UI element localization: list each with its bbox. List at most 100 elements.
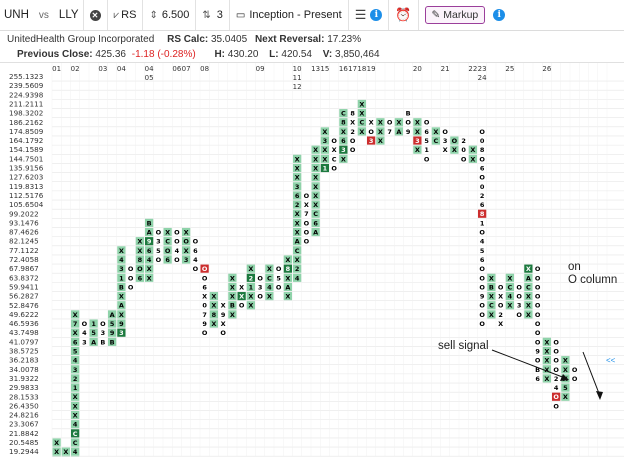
pnf-box-text: O (479, 155, 485, 163)
pnf-box-text: A (110, 311, 115, 319)
scroll-arrows-icon[interactable]: << (606, 356, 615, 365)
pnf-box-text: 4 (295, 274, 300, 282)
x-tick-label: 19 (367, 65, 376, 73)
x-tick-label: 06 (172, 65, 181, 73)
pnf-box-text: X (489, 274, 494, 282)
pnf-box-text: 3 (156, 238, 161, 246)
pnf-box-text: X (563, 366, 568, 374)
alarm-button[interactable]: ⏰ (389, 0, 419, 30)
pnf-box-text: X (507, 274, 512, 282)
x-tick-label: 02 (71, 65, 80, 73)
pnf-box-text: X (396, 119, 401, 127)
prev-close-value: 425.36 (95, 49, 126, 60)
pnf-box-text: C (73, 430, 78, 438)
x-tick-label: 17 (348, 65, 357, 73)
info-icon[interactable]: i (370, 9, 383, 21)
pnf-box-text: O (387, 119, 393, 127)
pnf-box-text: X (73, 329, 78, 337)
pnf-box-text: X (378, 128, 383, 136)
y-tick-label: 31.9322 (9, 374, 39, 383)
pnf-box-text: O (368, 128, 374, 136)
y-tick-label: 255.1323 (9, 72, 43, 81)
y-tick-label: 19.2944 (9, 447, 39, 456)
pnf-box-text: C (433, 137, 438, 145)
y-tick-label: 63.8372 (9, 273, 39, 282)
pnf-box-text: O (535, 283, 541, 291)
app-root: { "toolbar": { "symbol": "UNH", "vs": "v… (0, 0, 624, 457)
pnf-box-text: X (73, 412, 78, 420)
pnf-box-text: 6 (138, 274, 143, 282)
pnf-box-text: X (295, 155, 300, 163)
x-tick-label: 09 (256, 65, 265, 73)
pnf-box-text: C (295, 247, 300, 255)
pnf-box-text: 1 (323, 164, 328, 172)
pnf-box-text: X (498, 293, 503, 301)
pnf-box-text: 3 (517, 302, 522, 310)
pnf-box-text: 3 (323, 137, 328, 145)
pnf-box-text: X (73, 402, 78, 410)
date-range-control[interactable]: ▭ Inception - Present (230, 0, 349, 30)
pnf-box-text: X (147, 274, 152, 282)
pnf-box-text: 5 (563, 384, 568, 392)
pnf-box-text: 5 (110, 320, 115, 328)
clear-compare-button[interactable]: ✕ (84, 0, 108, 30)
pnf-box-text: X (230, 274, 235, 282)
symbol-field[interactable]: UNH (4, 9, 29, 21)
pnf-box-text: O (202, 274, 208, 282)
y-tick-label: 23.3067 (9, 420, 39, 429)
box-size-value[interactable]: 6.500 (162, 9, 190, 21)
pnf-box-text: O (350, 137, 356, 145)
date-range-value[interactable]: Inception - Present (249, 9, 341, 21)
annotation-on: on (568, 261, 581, 273)
pnf-box-text: X (313, 164, 318, 172)
pnf-box-text: 0 (202, 302, 207, 310)
markup-info-icon[interactable]: i (493, 9, 506, 21)
y-tick-label: 49.6222 (9, 310, 39, 319)
y-tick-label: 87.4626 (9, 228, 39, 237)
rs-calc-value: 35.0405 (211, 34, 248, 45)
pnf-box-text: X (443, 146, 448, 154)
reversal-value[interactable]: 3 (217, 9, 223, 21)
pnf-box-text: C (267, 274, 272, 282)
rs-button[interactable]: ⩗ RS (108, 0, 144, 30)
pnf-box-text: 5 (156, 247, 161, 255)
pnf-box-text: O (553, 338, 559, 346)
x-tick-label: 22 (468, 65, 477, 73)
pnf-box-text: X (313, 146, 318, 154)
x-tick-label: 08 (200, 65, 209, 73)
pnf-box-text: X (230, 293, 235, 301)
pnf-box-text: O (193, 238, 199, 246)
change-value: -1.18 (-0.28%) (131, 49, 196, 60)
pnf-box-text: X (221, 320, 226, 328)
x-tick-label: 18 (357, 65, 366, 73)
pnf-box-text: 4 (73, 448, 78, 456)
rs-calc-label: RS Calc: (167, 34, 209, 45)
rs-label: RS (121, 9, 137, 21)
pnf-box-text: 7 (387, 128, 392, 136)
box-size-control[interactable]: ⇕ 6.500 (143, 0, 197, 30)
pnf-box-text: 4 (175, 247, 180, 255)
pnf-box-text: 1 (73, 384, 78, 392)
pnf-box-text: 9 (535, 347, 540, 355)
x-tick-label: 10 (293, 65, 302, 73)
pnf-box-text: X (221, 302, 226, 310)
x-tick-label: 04 (145, 65, 154, 73)
pnf-box-text: 3 (82, 338, 87, 346)
pnf-box-text: C (165, 238, 170, 246)
reversal-control[interactable]: ⇅ 3 (196, 0, 230, 30)
pnf-box-text: 9 (202, 320, 207, 328)
pnf-box-text: X (285, 256, 290, 264)
y-tick-label: 112.5176 (9, 191, 44, 200)
y-tick-label: 38.5725 (9, 347, 39, 356)
sliders-icon[interactable]: ☰ (355, 7, 367, 23)
y-tick-label: 239.5609 (9, 81, 44, 90)
pnf-box-text: X (248, 293, 253, 301)
pnf-box-text: 5 (73, 347, 78, 355)
compare-symbol-field[interactable]: LLY (59, 9, 79, 21)
pnf-box-text: O (128, 274, 134, 282)
pnf-box-text: A (396, 128, 401, 136)
pnf-box-text: O (350, 146, 356, 154)
markup-button[interactable]: ✎ Markup (424, 6, 486, 24)
pnf-box-text: 8 (480, 146, 485, 154)
pnf-box-text: 5 (480, 247, 485, 255)
